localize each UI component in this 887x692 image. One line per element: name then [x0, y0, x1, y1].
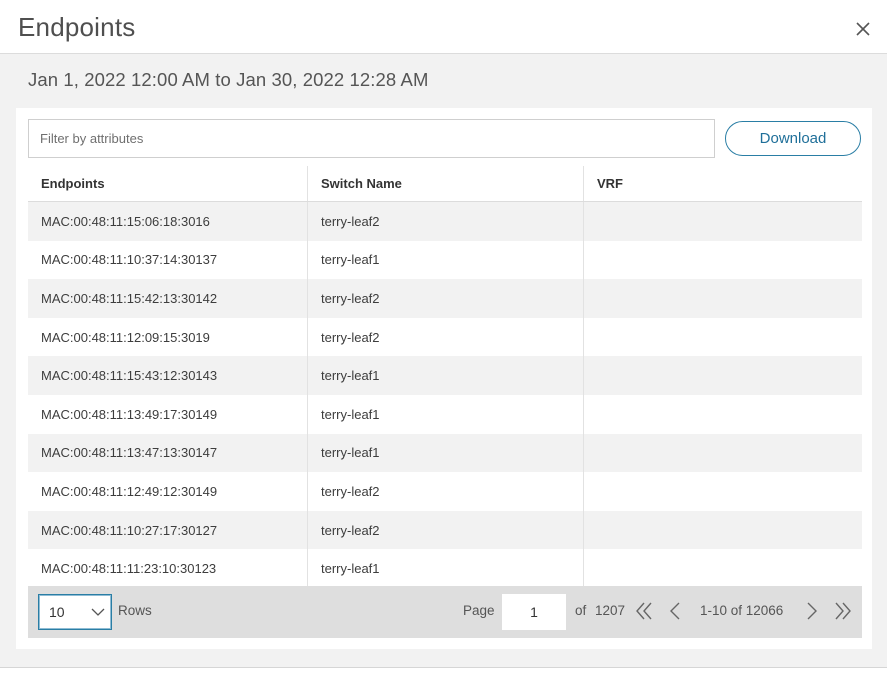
- table-row[interactable]: MAC:00:48:11:11:23:10:30123 terry-leaf1: [28, 549, 862, 588]
- close-icon: [856, 22, 870, 36]
- rows-label: Rows: [118, 603, 152, 618]
- endpoints-modal: Endpoints Jan 1, 2022 12:00 AM to Jan 30…: [0, 0, 887, 692]
- double-chevron-right-icon[interactable]: [834, 600, 852, 622]
- chevron-right-icon[interactable]: [806, 600, 818, 622]
- table-header: Endpoints Switch Name VRF: [28, 166, 862, 202]
- endpoints-panel: Download Endpoints Switch Name VRF MAC:0…: [16, 108, 872, 649]
- vrf-cell: [584, 279, 862, 318]
- pagination-bar: 10 Rows Page of 1207 1-10 of 12066: [28, 586, 862, 638]
- table-row[interactable]: MAC:00:48:11:15:43:12:30143 terry-leaf1: [28, 356, 862, 395]
- table-row[interactable]: MAC:00:48:11:15:06:18:3016 terry-leaf2: [28, 202, 862, 241]
- modal-footer: [0, 668, 887, 692]
- endpoint-cell: MAC:00:48:11:15:43:12:30143: [28, 356, 308, 395]
- vrf-cell: [584, 549, 862, 588]
- double-chevron-left-icon[interactable]: [635, 600, 653, 622]
- vrf-cell: [584, 434, 862, 473]
- vrf-cell: [584, 241, 862, 280]
- table-row[interactable]: MAC:00:48:11:12:49:12:30149 terry-leaf2: [28, 472, 862, 511]
- table-row[interactable]: MAC:00:48:11:10:37:14:30137 terry-leaf1: [28, 240, 862, 280]
- endpoint-cell: MAC:00:48:11:12:49:12:30149: [28, 472, 308, 511]
- endpoint-cell: MAC:00:48:11:15:06:18:3016: [28, 202, 308, 241]
- of-label: of: [575, 603, 587, 618]
- switch-name-cell: terry-leaf1: [308, 240, 584, 280]
- rows-per-page-value: 10: [49, 604, 65, 620]
- chevron-left-icon[interactable]: [669, 600, 681, 622]
- switch-name-cell: terry-leaf1: [308, 356, 584, 395]
- switch-name-cell: terry-leaf1: [308, 394, 584, 434]
- switch-name-cell: terry-leaf2: [308, 472, 584, 511]
- page-label: Page: [463, 603, 495, 618]
- modal-title: Endpoints: [18, 12, 136, 42]
- switch-name-cell: terry-leaf1: [308, 549, 584, 588]
- endpoint-cell: MAC:00:48:11:11:23:10:30123: [28, 549, 308, 588]
- column-header-vrf[interactable]: VRF: [584, 166, 862, 201]
- endpoint-cell: MAC:00:48:11:13:49:17:30149: [28, 394, 308, 434]
- endpoint-cell: MAC:00:48:11:15:42:13:30142: [28, 279, 308, 318]
- close-button[interactable]: [852, 18, 874, 40]
- filter-input[interactable]: [28, 119, 715, 158]
- vrf-cell: [584, 511, 862, 550]
- rows-per-page-select[interactable]: 10: [38, 594, 112, 630]
- switch-name-cell: terry-leaf2: [308, 279, 584, 318]
- table-body: MAC:00:48:11:15:06:18:3016 terry-leaf2 M…: [28, 202, 862, 588]
- switch-name-cell: terry-leaf2: [308, 317, 584, 357]
- endpoint-cell: MAC:00:48:11:10:37:14:30137: [28, 240, 308, 280]
- record-range: 1-10 of 12066: [700, 603, 784, 618]
- vrf-cell: [584, 472, 862, 511]
- switch-name-cell: terry-leaf2: [308, 510, 584, 550]
- vrf-cell: [584, 318, 862, 357]
- endpoint-cell: MAC:00:48:11:13:47:13:30147: [28, 433, 308, 473]
- table-row[interactable]: MAC:00:48:11:13:49:17:30149 terry-leaf1: [28, 394, 862, 434]
- column-header-switch-name[interactable]: Switch Name: [308, 166, 584, 201]
- endpoint-cell: MAC:00:48:11:12:09:15:3019: [28, 317, 308, 357]
- endpoint-cell: MAC:00:48:11:10:27:17:30127: [28, 510, 308, 550]
- switch-name-cell: terry-leaf1: [308, 433, 584, 473]
- modal-header: Endpoints: [0, 0, 887, 54]
- table-row[interactable]: MAC:00:48:11:15:42:13:30142 terry-leaf2: [28, 279, 862, 318]
- table-row[interactable]: MAC:00:48:11:12:09:15:3019 terry-leaf2: [28, 317, 862, 357]
- chevron-down-icon: [91, 608, 105, 616]
- page-number-input[interactable]: [502, 594, 566, 630]
- column-header-endpoints[interactable]: Endpoints: [28, 166, 308, 201]
- date-range: Jan 1, 2022 12:00 AM to Jan 30, 2022 12:…: [28, 69, 429, 90]
- vrf-cell: [584, 356, 862, 395]
- table-row[interactable]: MAC:00:48:11:10:27:17:30127 terry-leaf2: [28, 510, 862, 550]
- switch-name-cell: terry-leaf2: [308, 202, 584, 241]
- total-pages: 1207: [595, 603, 626, 618]
- endpoints-table: Endpoints Switch Name VRF MAC:00:48:11:1…: [28, 166, 862, 588]
- table-row[interactable]: MAC:00:48:11:13:47:13:30147 terry-leaf1: [28, 433, 862, 473]
- vrf-cell: [584, 202, 862, 241]
- download-button[interactable]: Download: [725, 121, 861, 156]
- vrf-cell: [584, 395, 862, 434]
